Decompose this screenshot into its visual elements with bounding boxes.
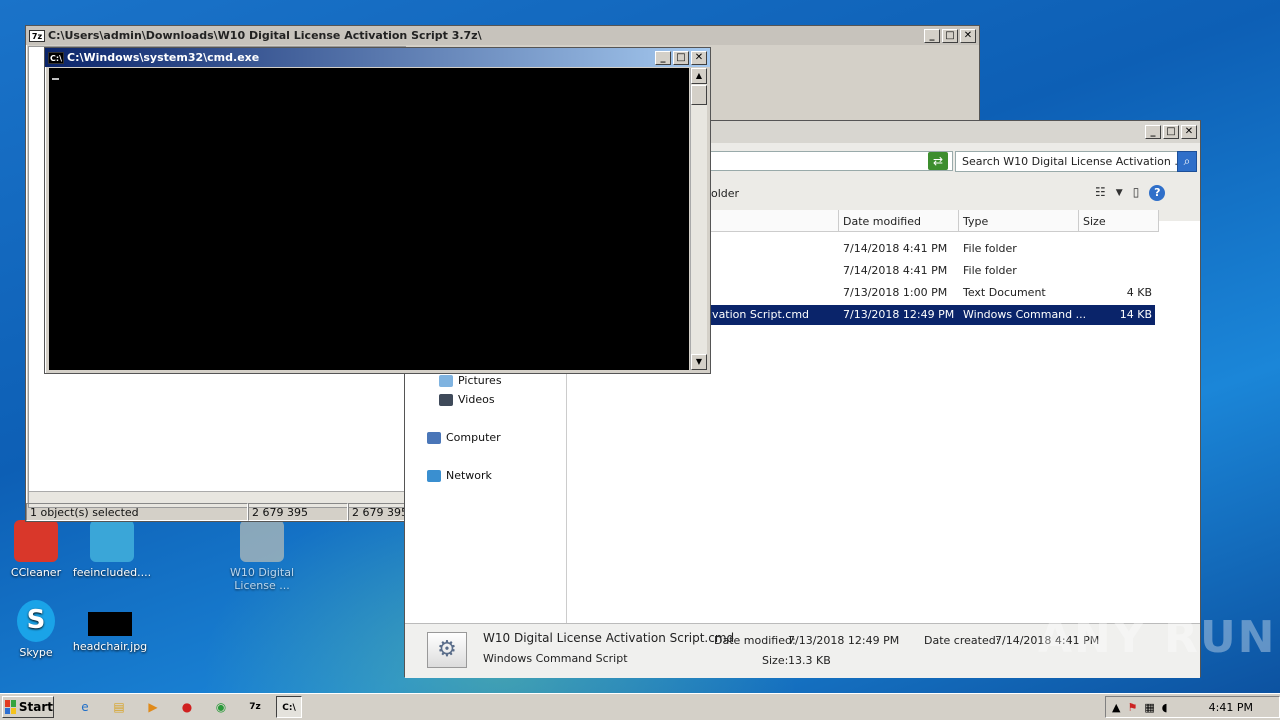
- system-tray: ▲ ⚑ ▦ ◖ 4:41 PM: [1105, 696, 1280, 718]
- status-size: 2 679 395: [248, 503, 348, 521]
- minimize-button[interactable]: _: [655, 50, 671, 65]
- minimize-button[interactable]: _: [1145, 125, 1161, 139]
- chrome-icon[interactable]: ◉: [208, 696, 234, 718]
- volume-icon[interactable]: ◖: [1162, 701, 1168, 714]
- sevenzip-titlebar[interactable]: 7z C:\Users\admin\Downloads\W10 Digital …: [26, 26, 979, 45]
- details-filename: W10 Digital License Activation Script.cm…: [483, 631, 735, 645]
- file-row[interactable]: 7/14/2018 4:41 PM File folder: [705, 239, 1155, 259]
- media-player-icon[interactable]: ▶: [140, 696, 166, 718]
- watermark-logo: ANY RUN: [1038, 612, 1277, 663]
- chevron-up-icon[interactable]: ▲: [1112, 701, 1120, 714]
- pictures-icon: [439, 374, 453, 387]
- opera-icon[interactable]: ●: [174, 696, 200, 718]
- action-center-icon[interactable]: ⚑: [1127, 701, 1137, 714]
- text-cursor: [52, 78, 59, 80]
- status-selected: 1 object(s) selected: [26, 503, 248, 521]
- windows-logo-icon: [5, 700, 16, 714]
- view-options-icon[interactable]: ☷: [1095, 185, 1106, 201]
- scroll-down-icon[interactable]: ▼: [691, 354, 707, 370]
- help-icon[interactable]: ?: [1149, 185, 1166, 201]
- computer-icon: [427, 431, 441, 444]
- image-file-icon: [88, 612, 132, 636]
- column-size[interactable]: Size: [1079, 210, 1159, 232]
- desktop-icon-label: feeincluded....: [72, 566, 152, 579]
- maximize-button[interactable]: □: [673, 50, 689, 65]
- maximize-button[interactable]: □: [942, 28, 958, 43]
- desktop-icon-label: CCleaner: [10, 566, 62, 579]
- internet-explorer-icon[interactable]: e: [72, 696, 98, 718]
- sevenzip-taskbar-icon[interactable]: 7z: [242, 696, 268, 718]
- desktop-icon-headchair[interactable]: headchair.jpg: [70, 612, 150, 653]
- archive-icon: [240, 520, 284, 562]
- cmd-titlebar[interactable]: C:\ C:\Windows\system32\cmd.exe _ □ ✕: [45, 48, 710, 67]
- desktop-icon-label: W10 Digital License ...: [229, 566, 295, 592]
- minimize-button[interactable]: _: [924, 28, 940, 43]
- close-button[interactable]: ✕: [691, 50, 707, 65]
- details-modified-value: 7/13/2018 12:49 PM: [788, 634, 900, 647]
- details-created-label: Date created:: [924, 634, 1000, 647]
- file-icon: [90, 520, 134, 562]
- details-size-label: Size:: [762, 654, 789, 667]
- folder-icon[interactable]: ▤: [106, 696, 132, 718]
- cmd-taskbar-icon[interactable]: C:\: [276, 696, 302, 718]
- details-filetype: Windows Command Script: [483, 652, 628, 665]
- status-packed: 2 679 395: [348, 503, 406, 521]
- sevenzip-icon: 7z: [29, 29, 45, 42]
- ccleaner-icon: [14, 520, 58, 562]
- nav-item-network[interactable]: Network: [427, 469, 492, 482]
- view-controls: ☷ ▼ ▯ ?: [1095, 185, 1166, 201]
- cmd-console[interactable]: [49, 68, 689, 370]
- maximize-button[interactable]: □: [1163, 125, 1179, 139]
- desktop-icon-label: headchair.jpg: [72, 640, 148, 653]
- desktop-icon-archive[interactable]: W10 Digital License ...: [222, 520, 302, 592]
- cmd-title: C:\Windows\system32\cmd.exe: [67, 51, 260, 64]
- details-modified-label: Date modified:: [714, 634, 796, 647]
- scroll-thumb[interactable]: [691, 85, 707, 105]
- search-input[interactable]: Search W10 Digital License Activation ..…: [955, 151, 1179, 172]
- column-date-modified[interactable]: Date modified: [839, 210, 959, 232]
- scrollbar-vertical[interactable]: ▲ ▼: [690, 68, 707, 370]
- address-bar[interactable]: ▼: [705, 151, 953, 171]
- column-type[interactable]: Type: [959, 210, 1079, 232]
- file-row-selected[interactable]: ivation Script.cmd 7/13/2018 12:49 PM Wi…: [705, 305, 1155, 325]
- sevenzip-title: C:\Users\admin\Downloads\W10 Digital Lic…: [48, 29, 482, 42]
- search-icon[interactable]: ⌕: [1177, 151, 1197, 172]
- script-file-icon: ⚙: [427, 632, 467, 668]
- column-name[interactable]: [705, 210, 839, 232]
- scroll-up-icon[interactable]: ▲: [691, 68, 707, 84]
- close-button[interactable]: ✕: [1181, 125, 1197, 139]
- file-row[interactable]: 7/14/2018 4:41 PM File folder: [705, 261, 1155, 281]
- start-button[interactable]: Start: [2, 696, 54, 718]
- skype-icon: S: [17, 600, 55, 642]
- chevron-down-icon[interactable]: ▼: [1116, 185, 1123, 201]
- desktop-icon-ccleaner[interactable]: CCleaner: [0, 520, 76, 579]
- videos-icon: [439, 393, 453, 406]
- preview-pane-icon[interactable]: ▯: [1133, 185, 1140, 201]
- close-button[interactable]: ✕: [960, 28, 976, 43]
- network-icon: [427, 469, 441, 482]
- nav-item-videos[interactable]: Videos: [439, 393, 495, 406]
- navigation-pane: Pictures Videos Computer Network: [405, 361, 567, 623]
- cmd-window[interactable]: C:\ C:\Windows\system32\cmd.exe _ □ ✕ ▲ …: [44, 47, 711, 374]
- network-tray-icon[interactable]: ▦: [1144, 701, 1154, 714]
- refresh-icon[interactable]: ⇄: [928, 152, 948, 170]
- taskbar: Start e ▤ ▶ ● ◉ 7z C:\ ▲ ⚑ ▦ ◖ 4:41 PM: [0, 693, 1280, 720]
- desktop-icon-skype[interactable]: S Skype: [0, 600, 76, 659]
- details-size-value: 13.3 KB: [788, 654, 831, 667]
- desktop-icon-feeincluded[interactable]: feeincluded....: [72, 520, 152, 579]
- nav-item-computer[interactable]: Computer: [427, 431, 501, 444]
- cmd-icon: C:\: [48, 51, 64, 64]
- nav-item-pictures[interactable]: Pictures: [439, 374, 502, 387]
- clock[interactable]: 4:41 PM: [1209, 701, 1253, 714]
- desktop-icon-label: Skype: [19, 646, 53, 659]
- file-row[interactable]: 7/13/2018 1:00 PM Text Document 4 KB: [705, 283, 1155, 303]
- sevenzip-statusbar: 1 object(s) selected 2 679 395 2 679 395: [26, 503, 406, 521]
- new-folder-button[interactable]: older: [711, 187, 739, 200]
